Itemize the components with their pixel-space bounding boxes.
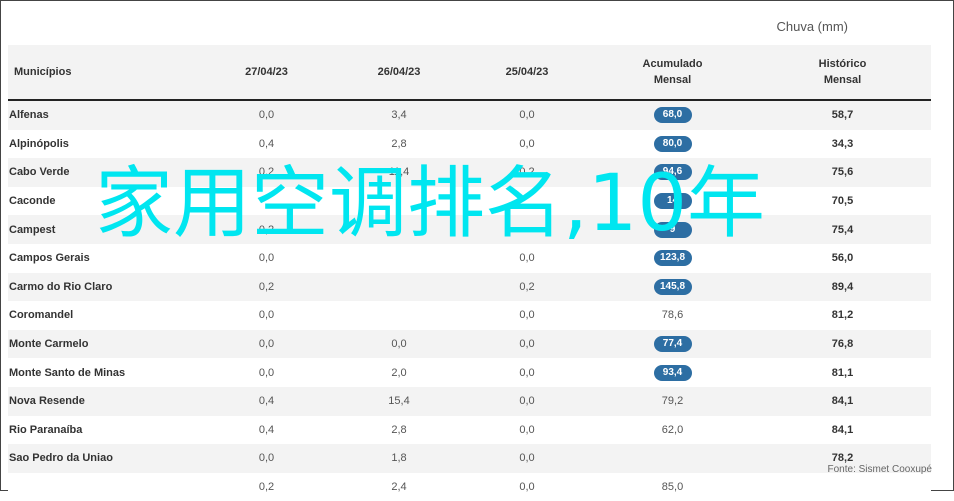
city-cell: Sao Pedro da Uniao xyxy=(8,444,198,473)
city-cell: Alfenas xyxy=(8,100,198,130)
table-row[interactable]: Nova Resende 0,4 15,4 0,0 79,2 84,1 xyxy=(8,386,931,416)
city-cell: Nova Resende xyxy=(8,386,198,416)
rain-d1-cell: 0,2 xyxy=(198,272,335,302)
accumulated-cell: 68,0 xyxy=(591,100,754,130)
table-row[interactable]: Alfenas 0,0 3,4 0,0 68,0 58,7 xyxy=(8,100,931,130)
rain-d2-cell xyxy=(335,301,463,330)
table-row[interactable]: Coromandel 0,0 0,0 78,6 81,2 xyxy=(8,301,931,330)
col-header-d2[interactable]: 26/04/23 xyxy=(335,45,463,101)
accumulated-cell: 77,4 xyxy=(591,329,754,359)
rain-d2-cell: 2,4 xyxy=(335,472,463,501)
table-row[interactable]: Monte Carmelo 0,0 0,0 0,0 77,4 76,8 xyxy=(8,329,931,359)
accumulated-cell: 85,0 xyxy=(591,472,754,501)
city-cell: Coromandel xyxy=(8,301,198,330)
table-row[interactable]: Monte Santo de Minas 0,0 2,0 0,0 93,4 81,1 xyxy=(8,358,931,387)
col-header-hist-label: Histórico Mensal xyxy=(818,58,867,86)
col-header-d3[interactable]: 25/04/23 xyxy=(463,45,591,101)
table-row[interactable]: 0,2 2,4 0,0 85,0 xyxy=(8,472,931,501)
table-row[interactable]: Sao Pedro da Uniao 0,0 1,8 0,0 78,2 xyxy=(8,444,931,473)
rainfall-table-container: Municípios 27/04/23 26/04/23 25/04/23 Ac… xyxy=(8,45,931,501)
city-cell xyxy=(8,472,198,501)
rain-d1-cell: 0,0 xyxy=(198,444,335,473)
rain-d3-cell: 0,0 xyxy=(463,415,591,445)
col-header-hist[interactable]: Histórico Mensal xyxy=(754,45,931,101)
rain-d1-cell: 0,0 xyxy=(198,100,335,130)
historical-cell: 84,1 xyxy=(754,415,931,445)
city-cell: Rio Paranaíba xyxy=(8,415,198,445)
accumulated-cell: 145,8 xyxy=(591,272,754,302)
rain-d1-cell: 0,2 xyxy=(198,472,335,501)
city-cell: Carmo do Rio Claro xyxy=(8,272,198,302)
historical-cell: 81,2 xyxy=(754,301,931,330)
col-header-d1[interactable]: 27/04/23 xyxy=(198,45,335,101)
rain-d1-cell: 0,0 xyxy=(198,301,335,330)
rain-d3-cell: 0,0 xyxy=(463,301,591,330)
accumulated-badge: 80,0 xyxy=(653,135,692,152)
overlay-text: 家用空调排名,10年 xyxy=(94,159,766,249)
rain-d2-cell: 2,0 xyxy=(335,358,463,387)
historical-cell: 84,1 xyxy=(754,386,931,416)
table-row[interactable]: Carmo do Rio Claro 0,2 0,2 145,8 89,4 xyxy=(8,272,931,302)
rain-d2-cell: 1,8 xyxy=(335,444,463,473)
table-header-row: Municípios 27/04/23 26/04/23 25/04/23 Ac… xyxy=(8,45,931,101)
source-note: Fonte: Sismet Cooxupé xyxy=(827,464,933,475)
rain-d2-cell: 0,0 xyxy=(335,329,463,359)
rain-d2-cell: 15,4 xyxy=(335,386,463,416)
rain-d1-cell: 0,4 xyxy=(198,386,335,416)
rain-d3-cell: 0,0 xyxy=(463,386,591,416)
rain-d1-cell: 0,4 xyxy=(198,415,335,445)
rain-d2-cell xyxy=(335,272,463,302)
rain-d3-cell: 0,0 xyxy=(463,100,591,130)
historical-cell: 58,7 xyxy=(754,100,931,130)
accumulated-cell: 79,2 xyxy=(591,386,754,416)
accumulated-badge: 145,8 xyxy=(653,278,692,295)
rain-d1-cell: 0,0 xyxy=(198,329,335,359)
accumulated-cell: 93,4 xyxy=(591,358,754,387)
accumulated-cell xyxy=(591,444,754,473)
rain-d3-cell: 0,0 xyxy=(463,358,591,387)
rain-d2-cell: 2,8 xyxy=(335,415,463,445)
accumulated-badge: 93,4 xyxy=(653,364,692,381)
rain-d3-cell: 0,0 xyxy=(463,472,591,501)
historical-cell: 81,1 xyxy=(754,358,931,387)
accumulated-badge: 68,0 xyxy=(653,107,692,124)
rain-d3-cell: 0,2 xyxy=(463,272,591,302)
rain-d3-cell: 0,0 xyxy=(463,444,591,473)
col-header-acc[interactable]: Acumulado Mensal xyxy=(591,45,754,101)
historical-cell xyxy=(754,472,931,501)
rainfall-table: Municípios 27/04/23 26/04/23 25/04/23 Ac… xyxy=(8,45,931,501)
rain-d2-cell: 3,4 xyxy=(335,100,463,130)
city-cell: Monte Carmelo xyxy=(8,329,198,359)
historical-cell: 76,8 xyxy=(754,329,931,359)
col-header-acc-label: Acumulado Mensal xyxy=(642,58,703,86)
table-row[interactable]: Rio Paranaíba 0,4 2,8 0,0 62,0 84,1 xyxy=(8,415,931,445)
rain-d1-cell: 0,0 xyxy=(198,358,335,387)
unit-label: Chuva (mm) xyxy=(776,19,848,34)
city-cell: Monte Santo de Minas xyxy=(8,358,198,387)
historical-cell: 89,4 xyxy=(754,272,931,302)
accumulated-cell: 62,0 xyxy=(591,415,754,445)
accumulated-badge: 77,4 xyxy=(653,336,692,353)
col-header-city[interactable]: Municípios xyxy=(8,45,198,101)
accumulated-cell: 78,6 xyxy=(591,301,754,330)
rain-d3-cell: 0,0 xyxy=(463,329,591,359)
